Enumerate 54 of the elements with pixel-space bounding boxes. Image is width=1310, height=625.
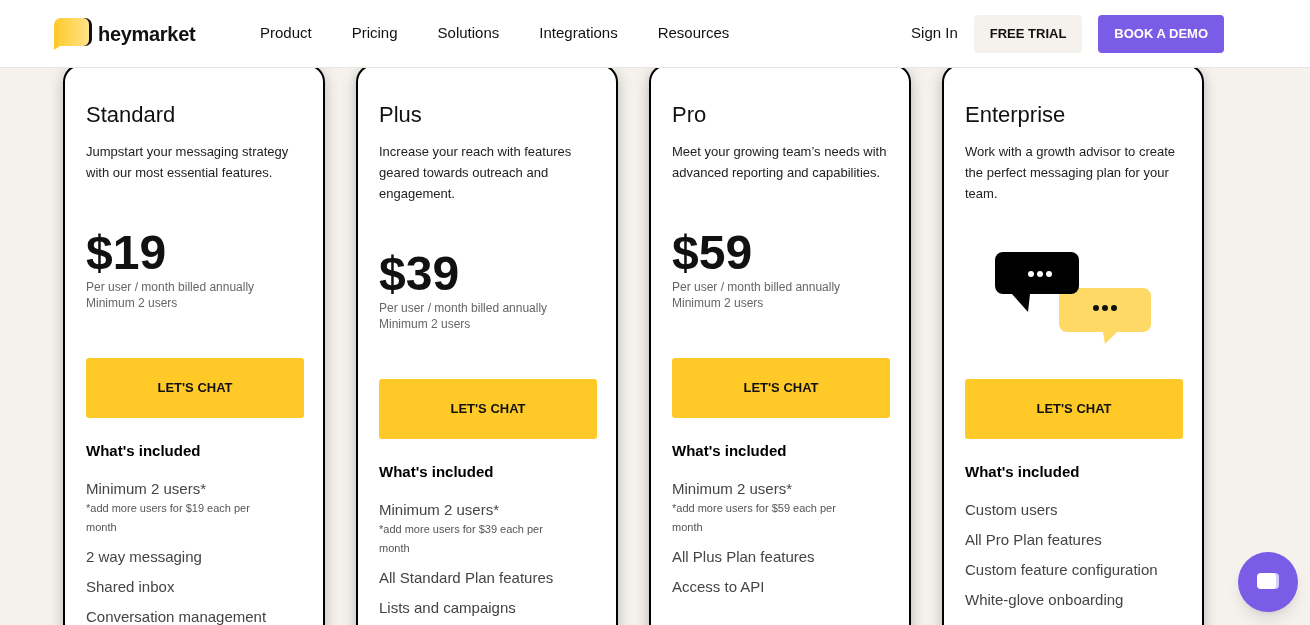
feature-text: Minimum 2 users* bbox=[86, 478, 208, 499]
plan-title: Plus bbox=[379, 101, 423, 129]
lets-chat-button[interactable]: LET'S CHAT bbox=[86, 358, 304, 418]
chat-launcher-button[interactable] bbox=[1238, 552, 1298, 612]
lets-chat-button[interactable]: LET'S CHAT bbox=[379, 379, 597, 439]
billing-text: Per user / month billed annually bbox=[672, 279, 842, 295]
plan-title: Enterprise bbox=[965, 101, 1067, 129]
nav-link[interactable]: Solutions bbox=[437, 22, 500, 45]
brand-name[interactable]: heymarket bbox=[98, 18, 196, 49]
feature-text: Custom users bbox=[965, 499, 1059, 520]
feature-text: Conversation management bbox=[86, 606, 268, 625]
price: $59 bbox=[672, 227, 754, 279]
chat-icon bbox=[1256, 572, 1280, 592]
free-trial-button[interactable]: FREE TRIAL bbox=[973, 14, 1083, 53]
feature-text: All Plus Plan features bbox=[672, 546, 816, 567]
feature-text: Minimum 2 users* bbox=[672, 478, 794, 499]
plan-description: Increase your reach with features geared towards outreach and engagement. bbox=[379, 143, 573, 203]
feature-text: White-glove onboarding bbox=[965, 589, 1125, 610]
feature-text: Custom feature configuration bbox=[965, 559, 1159, 580]
nav-link[interactable]: Pricing bbox=[351, 22, 398, 45]
plan-description: Meet your growing team’s needs with advanced reporting and capabilities. bbox=[672, 143, 888, 182]
feature-text: Lists and campaigns bbox=[379, 597, 517, 618]
billing-text: Per user / month billed annually bbox=[379, 300, 549, 316]
plan-title: Standard bbox=[86, 101, 177, 129]
feature-note: *add more users for $19 each per month bbox=[86, 500, 251, 535]
feature-text: All Pro Plan features bbox=[965, 529, 1103, 550]
feature-text: Access to API bbox=[672, 576, 766, 597]
sign-in-link[interactable]: Sign In bbox=[911, 22, 958, 45]
plan-description: Jumpstart your messaging strategy with our most essential features. bbox=[86, 143, 290, 182]
plan-title: Pro bbox=[672, 101, 708, 129]
included-heading: What's included bbox=[86, 441, 202, 461]
nav-link[interactable]: Resources bbox=[657, 22, 730, 45]
lets-chat-button[interactable]: LET'S CHAT bbox=[672, 358, 890, 418]
plan-description: Work with a growth advisor to create the perfect messaging plan for your team. bbox=[965, 143, 1176, 203]
included-heading: What's included bbox=[379, 462, 495, 482]
price: $19 bbox=[86, 227, 168, 279]
book-demo-button[interactable]: BOOK A DEMO bbox=[1098, 14, 1224, 53]
minimum-text: Minimum 2 users bbox=[379, 316, 472, 332]
nav-link[interactable]: Integrations bbox=[539, 22, 618, 45]
minimum-text: Minimum 2 users bbox=[672, 295, 765, 311]
feature-note: *add more users for $59 each per month bbox=[672, 500, 837, 535]
feature-text: Shared inbox bbox=[86, 576, 176, 597]
included-heading: What's included bbox=[965, 462, 1081, 482]
nav-link[interactable]: Product bbox=[260, 22, 312, 45]
feature-text: All Standard Plan features bbox=[379, 567, 555, 588]
feature-text: 2 way messaging bbox=[86, 546, 203, 567]
included-heading: What's included bbox=[672, 441, 788, 461]
minimum-text: Minimum 2 users bbox=[86, 295, 179, 311]
logo-icon bbox=[54, 17, 92, 50]
price: $39 bbox=[379, 248, 461, 300]
billing-text: Per user / month billed annually bbox=[86, 279, 256, 295]
feature-note: *add more users for $39 each per month bbox=[379, 521, 544, 556]
feature-text: Minimum 2 users* bbox=[379, 499, 501, 520]
lets-chat-button[interactable]: LET'S CHAT bbox=[965, 379, 1183, 439]
